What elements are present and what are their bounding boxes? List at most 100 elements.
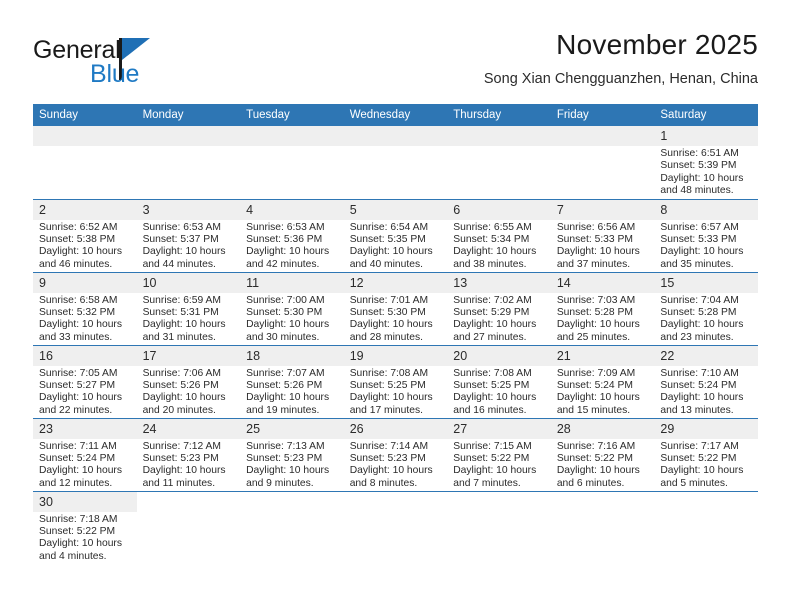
calendar-day-cell[interactable]: 4 Sunrise: 6:53 AM Sunset: 5:36 PM Daylight…	[240, 198, 344, 272]
sunrise-text: Sunrise: 7:04 AM	[660, 294, 739, 306]
daylight-text-line1: Daylight: 10 hours	[142, 319, 226, 331]
logo-text-blue: Blue	[90, 60, 140, 88]
daylight-text-line1: Daylight: 10 hours	[142, 246, 226, 258]
sunset-text: Sunset: 5:26 PM	[142, 379, 219, 391]
calendar-day-cell[interactable]: 12 Sunrise: 7:01 AM Sunset: 5:30 PM Dayligh…	[343, 271, 448, 345]
calendar-day-cell[interactable]: 16 Sunrise: 7:05 AM Sunset: 5:27 PM Dayligh…	[33, 344, 137, 418]
day-number: 4	[240, 199, 344, 220]
calendar-day-cell[interactable]: 19 Sunrise: 7:08 AM Sunset: 5:25 PM Dayligh…	[343, 344, 448, 418]
calendar-day-cell[interactable]: 18 Sunrise: 7:07 AM Sunset: 5:26 PM Dayligh…	[240, 344, 344, 418]
daylight-text-line2: and 33 minutes.	[39, 331, 113, 343]
daylight-text-line1: Daylight: 10 hours	[556, 319, 640, 331]
day-sun-info: Sunrise: 6:56 AM Sunset: 5:33 PM Daylight:…	[551, 220, 655, 272]
daylight-text-line1: Daylight: 10 hours	[349, 319, 433, 331]
day-sun-info: Sunrise: 7:05 AM Sunset: 5:27 PM Daylight:…	[33, 366, 137, 418]
daylight-text-line1: Daylight: 10 hours	[39, 465, 122, 477]
calendar-day-cell[interactable]: 26 Sunrise: 7:14 AM Sunset: 5:23 PM Dayligh…	[343, 417, 448, 491]
sunrise-text: Sunrise: 6:55 AM	[453, 221, 532, 233]
calendar-day-cell[interactable]: 3 Sunrise: 6:53 AM Sunset: 5:37 PM Daylight…	[136, 198, 241, 272]
weekday-header-thursday: Thursday	[447, 104, 551, 126]
sunset-text: Sunset: 5:33 PM	[556, 233, 633, 245]
sunrise-text: Sunrise: 6:54 AM	[349, 221, 429, 233]
page-title: November 2025	[556, 29, 758, 60]
calendar-day-cell[interactable]: 13 Sunrise: 7:02 AM Sunset: 5:29 PM Dayligh…	[447, 271, 551, 345]
sunset-text: Sunset: 5:24 PM	[556, 379, 633, 391]
calendar-cell-blank	[550, 126, 655, 199]
sunrise-text: Sunrise: 7:00 AM	[246, 294, 325, 306]
weekday-header-monday: Monday	[136, 104, 241, 126]
calendar-day-cell[interactable]: 21 Sunrise: 7:09 AM Sunset: 5:24 PM Dayligh…	[550, 344, 655, 418]
sunset-text: Sunset: 5:26 PM	[246, 379, 323, 391]
calendar-day-cell[interactable]: 15 Sunrise: 7:04 AM Sunset: 5:28 PM Dayligh…	[654, 271, 758, 345]
sunrise-text: Sunrise: 7:13 AM	[246, 440, 325, 452]
day-number: 20	[447, 345, 551, 366]
daylight-text-line2: and 28 minutes.	[349, 331, 423, 343]
calendar-day-cell[interactable]: 1 Sunrise: 6:51 AM Sunset: 5:39 PM Daylight…	[654, 126, 758, 199]
sunset-text: Sunset: 5:34 PM	[453, 233, 530, 245]
daylight-text-line2: and 12 minutes.	[39, 477, 113, 489]
daylight-text-line2: and 4 minutes.	[39, 550, 107, 562]
page-subtitle: Song Xian Chengguanzhen, Henan, China	[483, 71, 758, 87]
calendar-day-cell[interactable]: 25 Sunrise: 7:13 AM Sunset: 5:23 PM Dayligh…	[240, 417, 344, 491]
daylight-text-line1: Daylight: 10 hours	[246, 319, 330, 331]
day-sun-info: Sunrise: 6:57 AM Sunset: 5:33 PM Daylight:…	[654, 220, 758, 272]
day-number: 8	[654, 199, 758, 220]
daylight-text-line1: Daylight: 10 hours	[556, 246, 640, 258]
calendar-day-cell[interactable]: 2 Sunrise: 6:52 AM Sunset: 5:38 PM Daylight…	[33, 198, 137, 272]
calendar-day-cell[interactable]: 28 Sunrise: 7:16 AM Sunset: 5:22 PM Dayligh…	[550, 417, 655, 491]
daylight-text-line1: Daylight: 10 hours	[39, 246, 122, 258]
title-block: November 2025 Song Xian Chengguanzhen, H…	[484, 28, 758, 88]
day-sun-info: Sunrise: 7:16 AM Sunset: 5:22 PM Daylight:…	[551, 439, 655, 491]
daylight-text-line2: and 23 minutes.	[660, 331, 734, 343]
calendar-day-cell[interactable]: 8 Sunrise: 6:57 AM Sunset: 5:33 PM Daylight…	[654, 198, 758, 272]
calendar-cell-empty	[654, 490, 758, 564]
calendar-cell-blank	[447, 126, 551, 199]
calendar-day-cell[interactable]: 9 Sunrise: 6:58 AM Sunset: 5:32 PM Daylight…	[33, 271, 137, 345]
daylight-text-line1: Daylight: 10 hours	[453, 465, 537, 477]
calendar-day-cell[interactable]: 14 Sunrise: 7:03 AM Sunset: 5:28 PM Dayligh…	[550, 271, 655, 345]
sunrise-text: Sunrise: 6:59 AM	[142, 294, 221, 306]
calendar-cell-blank	[136, 126, 241, 199]
calendar-day-cell[interactable]: 5 Sunrise: 6:54 AM Sunset: 5:35 PM Daylight…	[343, 198, 448, 272]
day-number: 28	[550, 418, 655, 439]
day-sun-info: Sunrise: 7:09 AM Sunset: 5:24 PM Daylight:…	[551, 366, 655, 418]
calendar-cell-empty	[447, 490, 551, 564]
sunset-text: Sunset: 5:23 PM	[349, 452, 426, 464]
calendar-day-cell[interactable]: 29 Sunrise: 7:17 AM Sunset: 5:22 PM Dayligh…	[654, 417, 758, 491]
weekday-header-saturday: Saturday	[654, 104, 758, 126]
day-sun-info: Sunrise: 7:15 AM Sunset: 5:22 PM Daylight:…	[447, 439, 551, 491]
calendar-day-cell[interactable]: 27 Sunrise: 7:15 AM Sunset: 5:22 PM Dayligh…	[447, 417, 551, 491]
sunset-text: Sunset: 5:32 PM	[39, 306, 116, 318]
sunrise-text: Sunrise: 6:57 AM	[660, 221, 739, 233]
calendar-day-cell[interactable]: 10 Sunrise: 6:59 AM Sunset: 5:31 PM Dayligh…	[136, 271, 241, 345]
sunset-text: Sunset: 5:22 PM	[453, 452, 530, 464]
day-sun-info: Sunrise: 7:18 AM Sunset: 5:22 PM Daylight:…	[33, 512, 137, 564]
sunrise-text: Sunrise: 6:58 AM	[39, 294, 118, 306]
page-header: General Blue November 2025 Song Xian Che…	[33, 28, 758, 100]
sunrise-text: Sunrise: 7:15 AM	[453, 440, 532, 452]
day-number: 21	[550, 345, 655, 366]
calendar-day-cell[interactable]: 11 Sunrise: 7:00 AM Sunset: 5:30 PM Dayligh…	[240, 271, 344, 345]
sunset-text: Sunset: 5:22 PM	[556, 452, 633, 464]
calendar-day-cell[interactable]: 30 Sunrise: 7:18 AM Sunset: 5:22 PM Dayligh…	[33, 490, 137, 564]
calendar-day-cell[interactable]: 7 Sunrise: 6:56 AM Sunset: 5:33 PM Daylight…	[550, 198, 655, 272]
general-blue-logo[interactable]: General Blue	[33, 36, 243, 96]
calendar-day-cell[interactable]: 22 Sunrise: 7:10 AM Sunset: 5:24 PM Dayligh…	[654, 344, 758, 418]
calendar-day-cell[interactable]: 17 Sunrise: 7:06 AM Sunset: 5:26 PM Dayligh…	[136, 344, 241, 418]
calendar-cell-blank	[240, 126, 344, 199]
weekday-header-friday: Friday	[550, 104, 655, 126]
day-number-placeholder	[33, 126, 137, 146]
calendar-cell-blank	[343, 126, 448, 199]
sunrise-text: Sunrise: 6:51 AM	[660, 148, 739, 159]
calendar-day-cell[interactable]: 6 Sunrise: 6:55 AM Sunset: 5:34 PM Daylight…	[447, 198, 551, 272]
day-number: 27	[447, 418, 551, 439]
daylight-text-line1: Daylight: 10 hours	[660, 319, 744, 331]
daylight-text-line1: Daylight: 10 hours	[349, 465, 433, 477]
day-number-placeholder	[343, 126, 448, 146]
sunrise-text: Sunrise: 7:14 AM	[349, 440, 429, 452]
day-number: 17	[136, 345, 241, 366]
calendar-day-cell[interactable]: 20 Sunrise: 7:08 AM Sunset: 5:25 PM Dayligh…	[447, 344, 551, 418]
day-number: 13	[447, 272, 551, 293]
calendar-day-cell[interactable]: 23 Sunrise: 7:11 AM Sunset: 5:24 PM Dayligh…	[33, 417, 137, 491]
calendar-day-cell[interactable]: 24 Sunrise: 7:12 AM Sunset: 5:23 PM Dayligh…	[136, 417, 241, 491]
